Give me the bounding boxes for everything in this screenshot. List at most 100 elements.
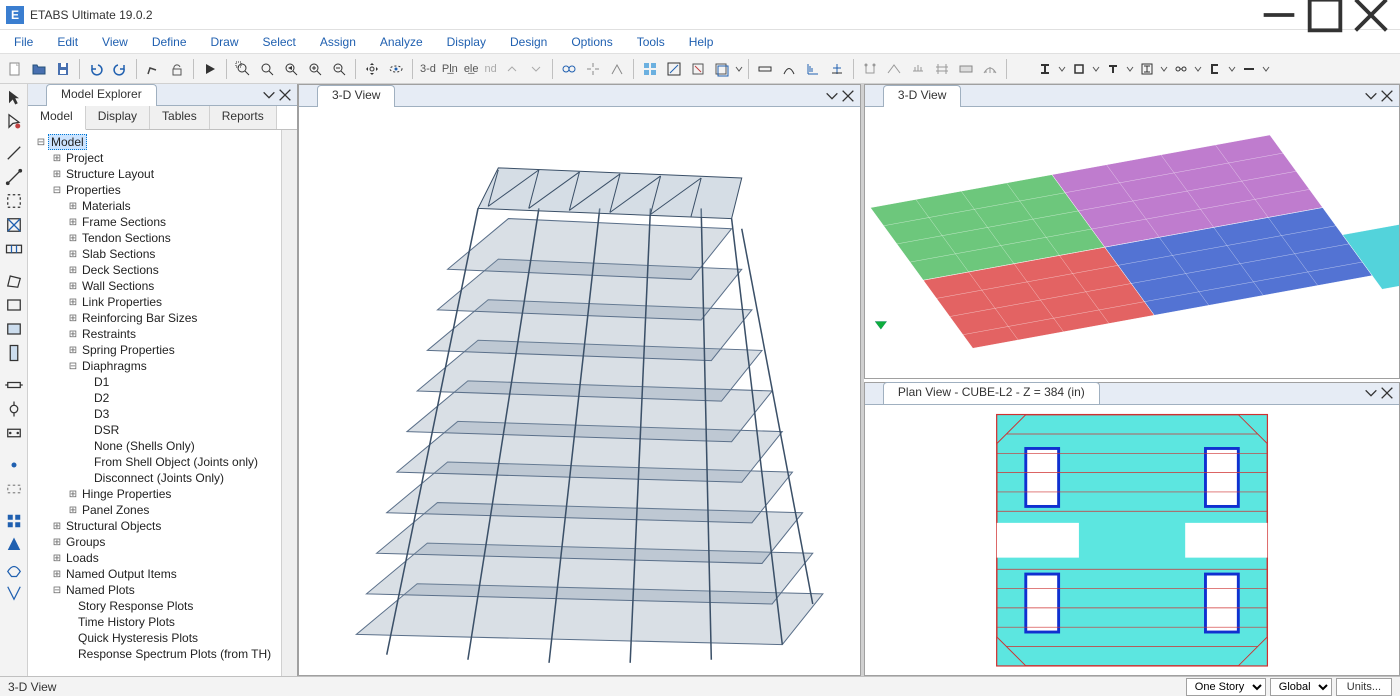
status-story-select[interactable]: One Story xyxy=(1186,678,1266,696)
close-panel-icon[interactable] xyxy=(277,87,293,103)
draw-dimension-tool[interactable] xyxy=(3,422,25,444)
intersect-select-tool[interactable] xyxy=(3,582,25,604)
tree-deck-sections[interactable]: Deck Sections xyxy=(80,263,161,277)
tree-link-properties[interactable]: Link Properties xyxy=(80,295,164,309)
zoom-in-button[interactable] xyxy=(304,58,326,80)
tree-wall-sections[interactable]: Wall Sections xyxy=(80,279,156,293)
mesh-button[interactable] xyxy=(979,58,1001,80)
tree-model[interactable]: Model xyxy=(48,134,87,150)
tree-reinforcing-bar[interactable]: Reinforcing Bar Sizes xyxy=(80,311,199,325)
rect-section-dropdown[interactable] xyxy=(1092,61,1100,77)
draw-wall-tool[interactable] xyxy=(3,342,25,364)
assign-load-button[interactable] xyxy=(907,58,929,80)
menu-tools[interactable]: Tools xyxy=(625,33,677,51)
previous-zoom-button[interactable] xyxy=(280,58,302,80)
run-analysis-button[interactable] xyxy=(199,58,221,80)
tsection-button[interactable] xyxy=(1102,58,1124,80)
edit-grid-button[interactable] xyxy=(931,58,953,80)
extrude-view-button[interactable] xyxy=(606,58,628,80)
section-cut-button[interactable] xyxy=(754,58,776,80)
lock-button[interactable] xyxy=(166,58,188,80)
menu-design[interactable]: Design xyxy=(498,33,559,51)
left-3d-canvas[interactable] xyxy=(299,107,860,675)
close-button[interactable] xyxy=(1348,0,1394,30)
minimize-button[interactable] xyxy=(1256,0,1302,30)
view-node-button[interactable]: nd xyxy=(483,63,499,75)
up-story-button[interactable] xyxy=(501,58,523,80)
redo-button[interactable] xyxy=(109,58,131,80)
tree-frame-sections[interactable]: Frame Sections xyxy=(80,215,168,229)
view-left-drop-icon[interactable] xyxy=(824,88,840,104)
tree-hinge-properties[interactable]: Hinge Properties xyxy=(80,487,173,501)
menu-display[interactable]: Display xyxy=(435,33,498,51)
view-elev-button[interactable]: el̲e xyxy=(462,63,481,75)
tree-tendon-sections[interactable]: Tendon Sections xyxy=(80,231,173,245)
tree-time-history[interactable]: Time History Plots xyxy=(76,615,177,629)
draw-line-tool[interactable] xyxy=(3,142,25,164)
pipe-button[interactable] xyxy=(1238,58,1260,80)
view-left-3d[interactable]: 3-D View xyxy=(298,84,861,676)
ibeam-button[interactable] xyxy=(1034,58,1056,80)
save-button[interactable] xyxy=(52,58,74,80)
tree-d1[interactable]: D1 xyxy=(92,375,111,389)
right-top-canvas[interactable] xyxy=(865,107,1399,378)
menu-help[interactable]: Help xyxy=(677,33,726,51)
menu-file[interactable]: File xyxy=(2,33,45,51)
menu-define[interactable]: Define xyxy=(140,33,199,51)
tree-scrollbar[interactable] xyxy=(281,130,297,676)
rect-section-button[interactable] xyxy=(1068,58,1090,80)
view-rb-drop-icon[interactable] xyxy=(1363,385,1379,401)
tree-dsr[interactable]: DSR xyxy=(92,423,121,437)
menu-select[interactable]: Select xyxy=(251,33,308,51)
tree-spring-properties[interactable]: Spring Properties xyxy=(80,343,177,357)
status-coord-select[interactable]: Global xyxy=(1270,678,1332,696)
replicate-button[interactable] xyxy=(955,58,977,80)
pipe-dropdown[interactable] xyxy=(1262,61,1270,77)
show-loads-button[interactable] xyxy=(687,58,709,80)
tab-reports[interactable]: Reports xyxy=(210,106,277,129)
all-select-tool[interactable] xyxy=(3,510,25,532)
tree-disconnect[interactable]: Disconnect (Joints Only) xyxy=(92,471,226,485)
object-shrink-button[interactable] xyxy=(582,58,604,80)
tree-loads[interactable]: Loads xyxy=(64,551,101,565)
pan-button[interactable] xyxy=(361,58,383,80)
ibeam-dropdown[interactable] xyxy=(1058,61,1066,77)
undo-button[interactable] xyxy=(85,58,107,80)
tree-d3[interactable]: D3 xyxy=(92,407,111,421)
boxed-i-button[interactable] xyxy=(1136,58,1158,80)
tree-diaphragms[interactable]: Diaphragms xyxy=(80,359,149,373)
view-rt-close-icon[interactable] xyxy=(1379,88,1395,104)
tree-slab-sections[interactable]: Slab Sections xyxy=(80,247,157,261)
tree-groups[interactable]: Groups xyxy=(64,535,107,549)
menu-analyze[interactable]: Analyze xyxy=(368,33,435,51)
tab-model[interactable]: Model xyxy=(28,106,86,130)
menu-options[interactable]: Options xyxy=(559,33,624,51)
tree-properties[interactable]: Properties xyxy=(64,183,123,197)
right-bottom-canvas[interactable] xyxy=(865,405,1399,676)
quick-brace-tool[interactable] xyxy=(3,214,25,236)
assign-restraint-button[interactable] xyxy=(859,58,881,80)
zoom-out-button[interactable] xyxy=(328,58,350,80)
tree-response-spectrum[interactable]: Response Spectrum Plots (from TH) xyxy=(76,647,273,661)
quick-frame-tool[interactable] xyxy=(3,190,25,212)
menu-assign[interactable]: Assign xyxy=(308,33,368,51)
tree-d2[interactable]: D2 xyxy=(92,391,111,405)
channel-dropdown[interactable] xyxy=(1228,61,1236,77)
view-rt-drop-icon[interactable] xyxy=(1363,88,1379,104)
full-view-button[interactable] xyxy=(256,58,278,80)
menu-view[interactable]: View xyxy=(90,33,140,51)
draw-rect-area-tool[interactable] xyxy=(3,294,25,316)
open-button[interactable] xyxy=(28,58,50,80)
model-tree[interactable]: ⊟Model ⊞Project ⊞Structure Layout ⊟Prope… xyxy=(28,130,297,676)
frame-button[interactable] xyxy=(826,58,848,80)
tab-tables[interactable]: Tables xyxy=(150,106,210,129)
tree-story-response[interactable]: Story Response Plots xyxy=(76,599,195,613)
tsection-dropdown[interactable] xyxy=(1126,61,1134,77)
tree-named-output[interactable]: Named Output Items xyxy=(64,567,179,581)
measure-button[interactable] xyxy=(778,58,800,80)
joint-button[interactable] xyxy=(802,58,824,80)
tree-named-plots[interactable]: Named Plots xyxy=(64,583,137,597)
tree-structure-layout[interactable]: Structure Layout xyxy=(64,167,156,181)
refresh-button[interactable] xyxy=(142,58,164,80)
view-left-close-icon[interactable] xyxy=(840,88,856,104)
